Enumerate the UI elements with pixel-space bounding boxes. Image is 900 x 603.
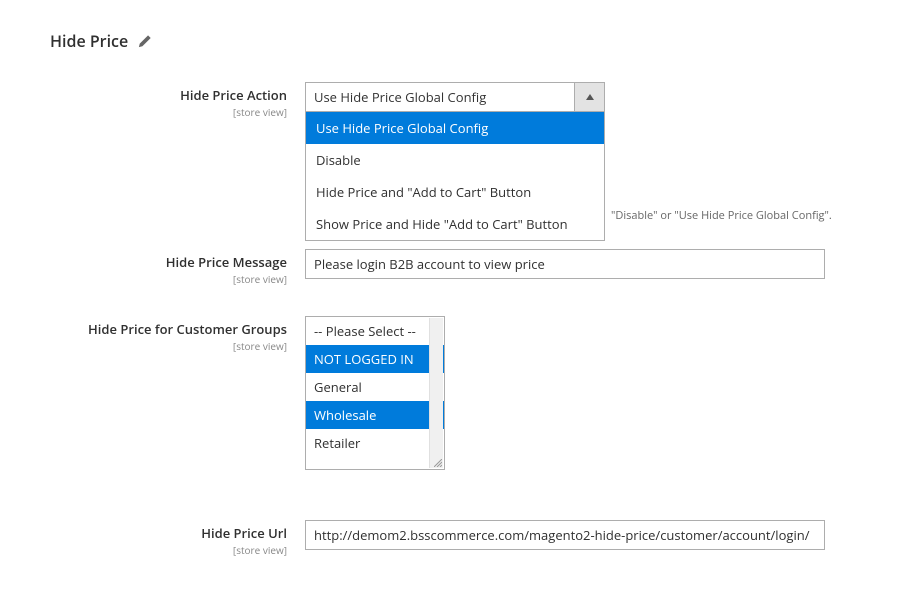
groups-option[interactable]: Wholesale bbox=[306, 401, 444, 429]
scrollbar[interactable] bbox=[429, 318, 443, 468]
groups-label: Hide Price for Customer Groups bbox=[50, 320, 287, 338]
groups-multiselect[interactable]: -- Please Select --NOT LOGGED INGeneralW… bbox=[305, 316, 445, 470]
message-label: Hide Price Message bbox=[50, 253, 287, 271]
action-label: Hide Price Action bbox=[50, 86, 287, 104]
action-select-toggle[interactable] bbox=[575, 82, 605, 112]
action-option[interactable]: Use Hide Price Global Config bbox=[306, 112, 604, 144]
groups-option[interactable]: NOT LOGGED IN bbox=[306, 345, 444, 373]
groups-option[interactable]: -- Please Select -- bbox=[306, 317, 444, 345]
pencil-icon[interactable] bbox=[138, 34, 152, 48]
url-label: Hide Price Url bbox=[50, 524, 287, 542]
action-dropdown: Use Hide Price Global ConfigDisableHide … bbox=[305, 111, 605, 241]
url-scope: [store view] bbox=[50, 543, 287, 557]
groups-option[interactable]: Retailer bbox=[306, 429, 444, 457]
message-scope: [store view] bbox=[50, 272, 287, 286]
action-option[interactable]: Disable bbox=[306, 144, 604, 176]
chevron-up-icon bbox=[586, 94, 594, 100]
groups-option[interactable]: General bbox=[306, 373, 444, 401]
action-scope: [store view] bbox=[50, 105, 287, 119]
action-option[interactable]: Show Price and Hide "Add to Cart" Button bbox=[306, 208, 604, 240]
url-input[interactable] bbox=[305, 520, 825, 550]
action-select[interactable]: Use Hide Price Global Config bbox=[305, 82, 575, 112]
resize-handle-icon[interactable] bbox=[434, 459, 442, 467]
section-title: Hide Price bbox=[50, 30, 128, 52]
action-help-text: "Disable" or "Use Hide Price Global Conf… bbox=[611, 208, 832, 223]
action-option[interactable]: Hide Price and "Add to Cart" Button bbox=[306, 176, 604, 208]
message-input[interactable] bbox=[305, 249, 825, 279]
groups-scope: [store view] bbox=[50, 339, 287, 353]
